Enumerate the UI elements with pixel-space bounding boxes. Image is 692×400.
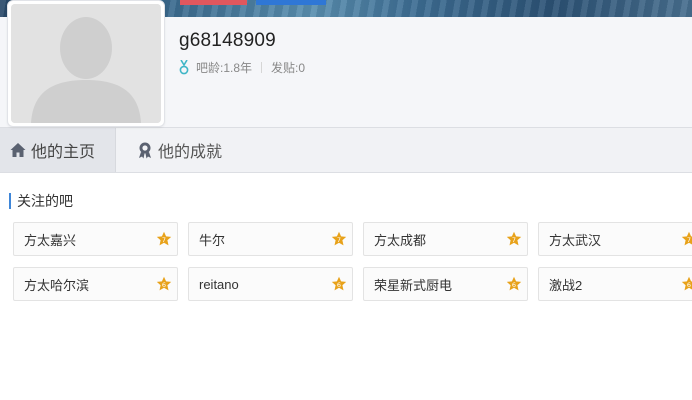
tab-achievements-label: 他的成就 [158, 144, 223, 161]
level-star-icon: 6 [331, 276, 347, 291]
profile-tabs: 他的主页 他的成就 [0, 127, 692, 173]
home-icon [10, 143, 26, 157]
followed-bar-item[interactable]: 方太哈尔滨 6 [13, 267, 178, 301]
followed-bars-grid: 方太嘉兴 7 牛尔 7 方太成都 7 方太武汉 7 方太哈尔滨 6 reitan… [13, 222, 692, 301]
level-number: 6 [687, 281, 691, 289]
bar-name: 方太成都 [374, 232, 427, 248]
followed-bar-item[interactable]: 方太武汉 7 [538, 222, 692, 256]
meta-divider [261, 61, 263, 73]
banner-red-button[interactable] [180, 0, 247, 5]
tab-achievements[interactable]: 他的成就 [116, 128, 242, 172]
level-star-icon: 7 [156, 231, 172, 246]
banner-blue-button[interactable] [256, 0, 326, 5]
level-number: 7 [337, 236, 341, 244]
bar-name: 方太武汉 [549, 232, 602, 248]
level-star-icon: 7 [331, 231, 347, 246]
level-star-icon: 6 [156, 276, 172, 291]
level-star-icon: 6 [506, 276, 522, 291]
avatar-frame [7, 0, 165, 127]
level-number: 7 [162, 236, 166, 244]
default-avatar-icon [11, 4, 161, 123]
username: g68148909 [179, 30, 276, 51]
bar-name: 牛尔 [199, 232, 226, 248]
level-star-icon: 6 [681, 276, 692, 291]
followed-bars-title: 关注的吧 [9, 193, 73, 209]
level-number: 6 [162, 281, 166, 289]
medal-icon [179, 59, 189, 74]
followed-bar-item[interactable]: 方太成都 7 [363, 222, 528, 256]
level-number: 6 [512, 281, 516, 289]
tab-home[interactable]: 他的主页 [0, 128, 116, 172]
bar-name: 激战2 [549, 277, 583, 293]
followed-bar-item[interactable]: 牛尔 7 [188, 222, 353, 256]
level-number: 6 [337, 281, 341, 289]
level-star-icon: 7 [681, 231, 692, 246]
tab-home-label: 他的主页 [31, 144, 96, 161]
achievement-icon [139, 142, 151, 159]
followed-bar-item[interactable]: reitano 6 [188, 267, 353, 301]
level-number: 7 [512, 236, 516, 244]
level-number: 7 [687, 236, 691, 244]
profile-header: g68148909 吧龄:1.8年 发贴:0 [0, 0, 692, 127]
followed-bar-item[interactable]: 方太嘉兴 7 [13, 222, 178, 256]
avatar[interactable] [11, 4, 161, 123]
bar-name: reitano [199, 276, 239, 292]
profile-meta: 吧龄:1.8年 发贴:0 [178, 59, 305, 75]
followed-bar-item[interactable]: 激战2 6 [538, 267, 692, 301]
bar-name: 荣星新式厨电 [374, 277, 453, 293]
post-count: 发贴:0 [271, 60, 306, 75]
bar-name: 方太嘉兴 [24, 232, 77, 248]
bar-age: 吧龄:1.8年 [196, 60, 253, 75]
level-star-icon: 7 [506, 231, 522, 246]
followed-bar-item[interactable]: 荣星新式厨电 6 [363, 267, 528, 301]
bar-name: 方太哈尔滨 [24, 277, 90, 293]
